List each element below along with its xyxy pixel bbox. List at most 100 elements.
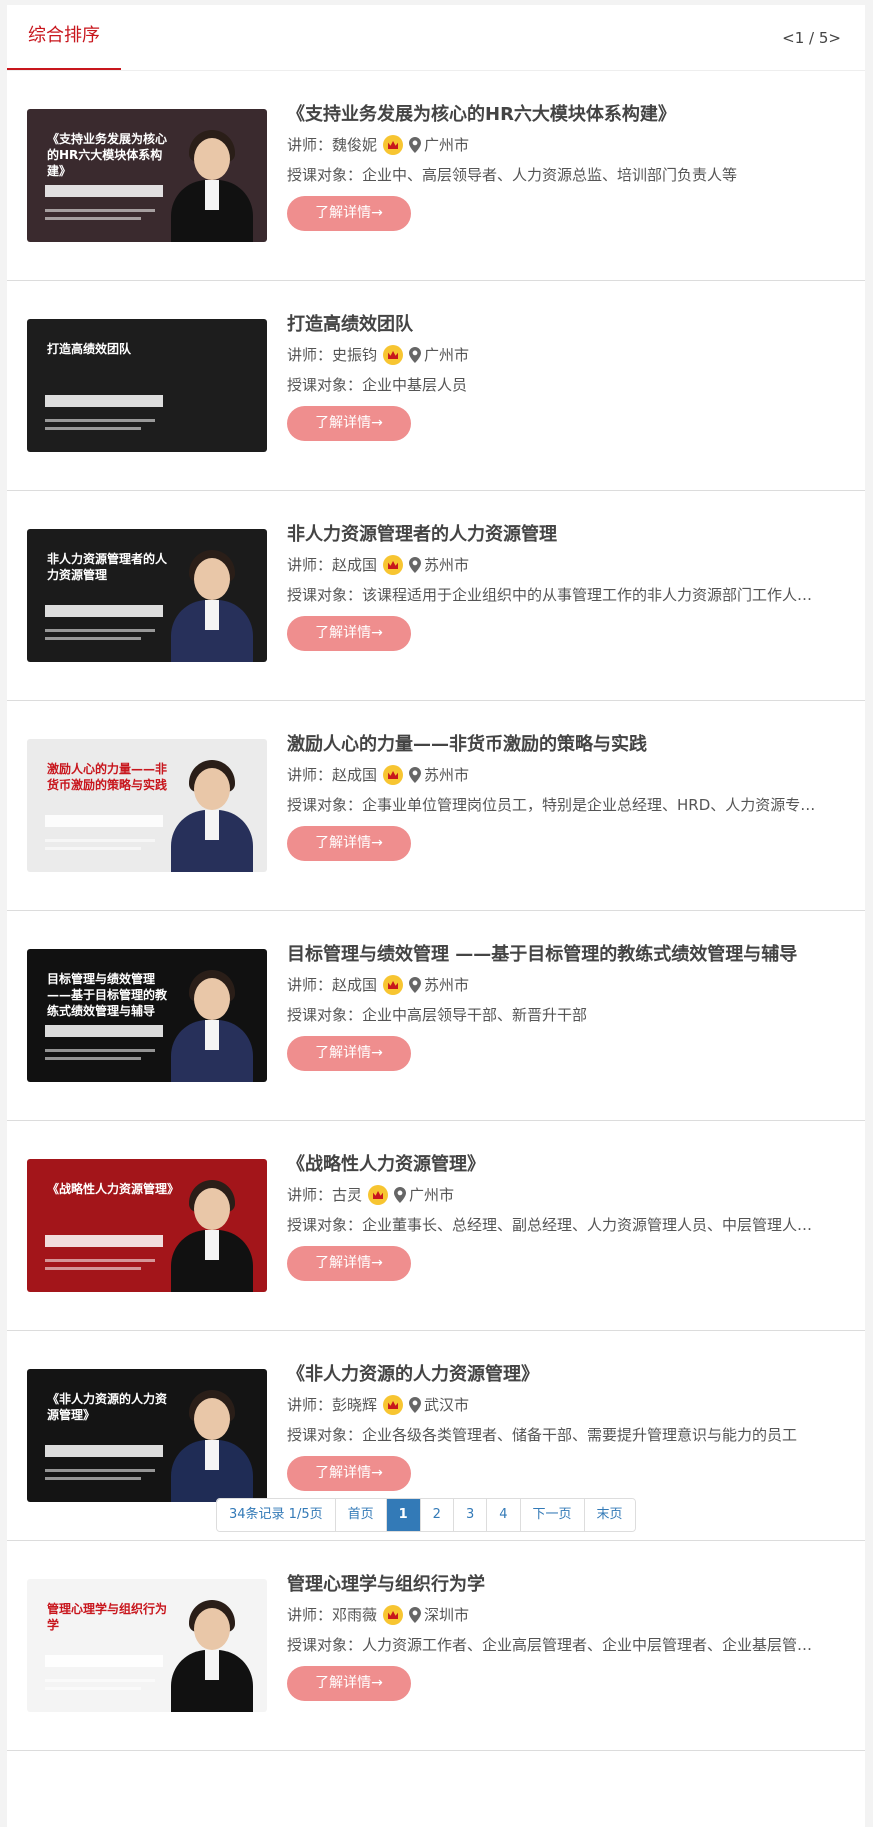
detail-button[interactable]: 了解详情→: [287, 196, 411, 231]
course-info: 非人力资源管理者的人力资源管理 讲师： 赵成国 苏州市 授课对象：该课程适用于企…: [287, 521, 835, 651]
thumbnail-band: [45, 1655, 163, 1667]
course-city: 苏州市: [424, 766, 470, 784]
course-city: 广州市: [424, 346, 470, 364]
lecturer-photo: [169, 1384, 253, 1502]
course-thumbnail[interactable]: 激励人心的力量——非货币激励的策略与实践: [27, 739, 267, 872]
course-meta: 讲师： 赵成国 苏州市: [287, 553, 835, 577]
lecturer-photo: [169, 754, 253, 872]
lecturer-prefix: 讲师：: [287, 346, 333, 364]
course-thumbnail[interactable]: 管理心理学与组织行为学: [27, 1579, 267, 1712]
location-pin-icon: [409, 977, 422, 993]
course-title[interactable]: 非人力资源管理者的人力资源管理: [287, 521, 835, 549]
thumbnail-title: 《战略性人力资源管理》: [47, 1182, 180, 1196]
course-info: 目标管理与绩效管理 ——基于目标管理的教练式绩效管理与辅导 讲师： 赵成国 苏州…: [287, 941, 835, 1071]
course-title[interactable]: 《支持业务发展为核心的HR六大模块体系构建》: [287, 101, 835, 129]
course-item: 目标管理与绩效管理——基于目标管理的教练式绩效管理与辅导 目标管理与绩效管理 —…: [7, 911, 865, 1121]
crown-icon: [383, 765, 404, 785]
course-thumbnail[interactable]: 《战略性人力资源管理》: [27, 1159, 267, 1292]
crown-icon: [383, 135, 404, 155]
course-thumbnail[interactable]: 目标管理与绩效管理——基于目标管理的教练式绩效管理与辅导: [27, 949, 267, 1082]
lecturer-name[interactable]: 魏俊妮: [332, 133, 377, 157]
course-thumbnail[interactable]: 《非人力资源的人力资源管理》: [27, 1369, 267, 1502]
crown-icon: [383, 555, 404, 575]
detail-button[interactable]: 了解详情→: [287, 616, 411, 651]
lecturer-name[interactable]: 史振钧: [332, 343, 377, 367]
course-item: 非人力资源管理者的人力资源管理 非人力资源管理者的人力资源管理 讲师： 赵成国 …: [7, 491, 865, 701]
lecturer-name[interactable]: 赵成国: [332, 973, 377, 997]
lecturer-prefix: 讲师：: [287, 136, 333, 154]
course-target: 授课对象：企事业单位管理岗位员工，特别是企业总经理、HRD、人力资源专业人士: [287, 796, 817, 814]
course-title[interactable]: 《非人力资源的人力资源管理》: [287, 1361, 835, 1389]
course-target: 授课对象：企业各级各类管理者、储备干部、需要提升管理意识与能力的员工: [287, 1426, 798, 1444]
detail-button[interactable]: 了解详情→: [287, 1666, 411, 1701]
course-meta: 讲师： 赵成国 苏州市: [287, 973, 835, 997]
lecturer-name[interactable]: 古灵: [332, 1183, 362, 1207]
pagination-page-2[interactable]: 2: [420, 1499, 454, 1531]
location-pin-icon: [409, 1607, 422, 1623]
course-item: 管理心理学与组织行为学 管理心理学与组织行为学 讲师： 邓雨薇 深圳市 授课对象…: [7, 1541, 865, 1751]
course-info: 激励人心的力量——非货币激励的策略与实践 讲师： 赵成国 苏州市 授课对象：企事…: [287, 731, 835, 861]
course-thumbnail[interactable]: 《支持业务发展为核心的HR六大模块体系构建》: [27, 109, 267, 242]
crown-icon: [383, 345, 404, 365]
crown-icon: [368, 1185, 389, 1205]
course-meta: 讲师： 古灵 广州市: [287, 1183, 835, 1207]
lecturer-photo: [169, 964, 253, 1082]
course-thumbnail[interactable]: 打造高绩效团队: [27, 319, 267, 452]
pagination: 34条记录 1/5页 首页 1 2 3 4 下一页 末页: [216, 1498, 636, 1532]
lecturer-prefix: 讲师：: [287, 1396, 333, 1414]
detail-button[interactable]: 了解详情→: [287, 1456, 411, 1491]
lecturer-photo: [169, 544, 253, 662]
course-title[interactable]: 目标管理与绩效管理 ——基于目标管理的教练式绩效管理与辅导: [287, 941, 835, 969]
course-item: 激励人心的力量——非货币激励的策略与实践 激励人心的力量——非货币激励的策略与实…: [7, 701, 865, 911]
course-meta: 讲师： 魏俊妮 广州市: [287, 133, 835, 157]
thumbnail-band: [45, 1025, 163, 1037]
tab-comprehensive-sort[interactable]: 综合排序: [7, 5, 121, 70]
detail-button[interactable]: 了解详情→: [287, 1036, 411, 1071]
detail-button[interactable]: 了解详情→: [287, 826, 411, 861]
course-title[interactable]: 激励人心的力量——非货币激励的策略与实践: [287, 731, 835, 759]
course-title[interactable]: 《战略性人力资源管理》: [287, 1151, 835, 1179]
course-target: 授课对象：企业中高层领导干部、新晋升干部: [287, 1006, 588, 1024]
location-pin-icon: [409, 347, 422, 363]
lecturer-photo: [169, 1594, 253, 1712]
pagination-page-3[interactable]: 3: [453, 1499, 488, 1531]
thumbnail-title: 打造高绩效团队: [47, 342, 132, 356]
detail-button[interactable]: 了解详情→: [287, 406, 411, 441]
location-pin-icon: [409, 767, 422, 783]
detail-button[interactable]: 了解详情→: [287, 1246, 411, 1281]
course-meta: 讲师： 彭晓辉 武汉市: [287, 1393, 835, 1417]
pagination-last[interactable]: 末页: [584, 1499, 635, 1531]
lecturer-photo: [169, 124, 253, 242]
course-item: 《战略性人力资源管理》 《战略性人力资源管理》 讲师： 古灵 广州市 授课对象：…: [7, 1121, 865, 1331]
location-pin-icon: [409, 1397, 422, 1413]
course-thumbnail[interactable]: 非人力资源管理者的人力资源管理: [27, 529, 267, 662]
course-city: 苏州市: [424, 556, 470, 574]
course-city: 武汉市: [424, 1396, 470, 1414]
pagination-page-4[interactable]: 4: [487, 1499, 521, 1531]
thumbnail-band: [45, 395, 163, 407]
page-indicator[interactable]: <1 / 5>: [782, 29, 841, 47]
course-title[interactable]: 管理心理学与组织行为学: [287, 1571, 835, 1599]
course-info: 打造高绩效团队 讲师： 史振钧 广州市 授课对象：企业中基层人员 了解详情→: [287, 311, 835, 441]
lecturer-name[interactable]: 彭晓辉: [332, 1393, 377, 1417]
course-target: 授课对象：企业中、高层领导者、人力资源总监、培训部门负责人等: [287, 166, 738, 184]
lecturer-name[interactable]: 赵成国: [332, 763, 377, 787]
pagination-page-1[interactable]: 1: [386, 1499, 421, 1531]
course-target: 授课对象：企业董事长、总经理、副总经理、人力资源管理人员、中层管理人员及骨干等核…: [287, 1216, 817, 1234]
lecturer-name[interactable]: 邓雨薇: [332, 1603, 377, 1627]
lecturer-prefix: 讲师：: [287, 766, 333, 784]
thumbnail-title: 非人力资源管理者的人力资源管理: [47, 552, 168, 582]
thumbnail-band: [45, 1235, 163, 1247]
course-target: 授课对象：该课程适用于企业组织中的从事管理工作的非人力资源部门工作人员以及人力资…: [287, 586, 817, 604]
thumbnail-title: 《支持业务发展为核心的HR六大模块体系构建》: [47, 132, 168, 178]
pagination-first[interactable]: 首页: [335, 1499, 387, 1531]
sort-tabbar: 综合排序 <1 / 5>: [7, 5, 865, 71]
course-meta: 讲师： 史振钧 广州市: [287, 343, 835, 367]
pagination-next[interactable]: 下一页: [520, 1499, 585, 1531]
course-city: 深圳市: [424, 1606, 470, 1624]
lecturer-name[interactable]: 赵成国: [332, 553, 377, 577]
crown-icon: [383, 1395, 404, 1415]
crown-icon: [383, 975, 404, 995]
location-pin-icon: [394, 1187, 407, 1203]
course-title[interactable]: 打造高绩效团队: [287, 311, 835, 339]
